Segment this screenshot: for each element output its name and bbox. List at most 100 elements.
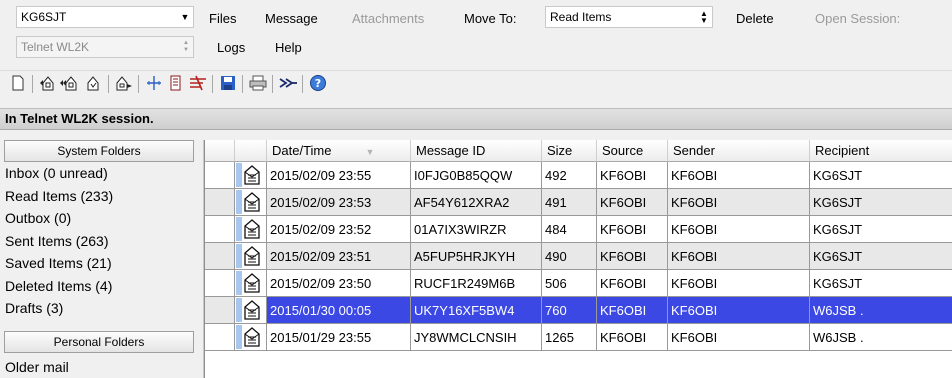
row-selector[interactable] <box>205 216 235 243</box>
menu-open-session[interactable]: Open Session: <box>815 10 900 28</box>
message-read-icon <box>235 297 267 324</box>
cell-size: 1265 <box>542 324 597 351</box>
cell-datetime: 2015/01/29 23:55 <box>267 324 411 351</box>
cell-source: KF6OBI <box>597 270 668 297</box>
move-to-select[interactable]: Read Items ▲ ▼ <box>545 6 713 28</box>
table-row[interactable]: 2015/02/09 23:50 RUCF1R249M6B 506 KF6OBI KF6… <box>205 270 952 297</box>
column-label: Date/Time <box>272 143 332 158</box>
help-icon[interactable]: ? <box>308 73 328 93</box>
header-select-cell <box>205 140 235 162</box>
row-selector[interactable] <box>205 189 235 216</box>
row-selector[interactable] <box>205 243 235 270</box>
cell-sender: KF6OBI <box>668 297 810 324</box>
updown-arrow-icon[interactable]: ▲ ▼ <box>696 10 712 25</box>
row-selector[interactable] <box>205 270 235 297</box>
folder-outbox[interactable]: Outbox (0) <box>5 210 71 226</box>
menu-logs[interactable]: Logs <box>217 39 245 57</box>
column-header-recipient[interactable]: Recipient <box>810 140 952 162</box>
chevron-down-icon[interactable]: ▼ <box>177 12 193 22</box>
print-icon[interactable] <box>248 73 268 93</box>
message-read-icon <box>235 324 267 351</box>
cell-sender: KF6OBI <box>668 270 810 297</box>
cell-size: 492 <box>542 162 597 189</box>
cell-datetime: 2015/02/09 23:55 <box>267 162 411 189</box>
system-folders-header[interactable]: System Folders <box>4 140 194 162</box>
cell-size: 760 <box>542 297 597 324</box>
cell-source: KF6OBI <box>597 162 668 189</box>
menu-files[interactable]: Files <box>209 10 236 28</box>
cell-recipient: W6JSB . <box>810 297 952 324</box>
message-read-icon <box>235 270 267 297</box>
cell-message-id: 01A7IX3WIRZR <box>411 216 542 243</box>
menu-delete[interactable]: Delete <box>736 10 774 28</box>
cell-source: KF6OBI <box>597 189 668 216</box>
cell-sender: KF6OBI <box>668 189 810 216</box>
connect-arrow-icon[interactable] <box>278 73 298 93</box>
table-row[interactable]: 2015/01/30 00:05 UK7Y16XF5BW4 760 KF6OBI KF6… <box>205 297 952 324</box>
message-list-icon[interactable] <box>166 73 186 93</box>
cell-source: KF6OBI <box>597 297 668 324</box>
cell-source: KF6OBI <box>597 216 668 243</box>
folder-inbox[interactable]: Inbox (0 unread) <box>5 165 108 181</box>
row-selector[interactable] <box>205 324 235 351</box>
reply-icon[interactable] <box>38 73 58 93</box>
antenna-icon[interactable] <box>188 73 208 93</box>
spin-arrows-icon: ▲ ▼ <box>183 40 189 53</box>
session-status: In Telnet WL2K session. <box>0 108 952 130</box>
move-to-value: Read Items <box>550 10 612 24</box>
message-read-icon <box>235 243 267 270</box>
column-header-sender[interactable]: Sender <box>668 140 810 162</box>
personal-folders-header[interactable]: Personal Folders <box>4 331 194 353</box>
menu-message[interactable]: Message <box>265 10 318 28</box>
header-icon-cell <box>235 140 267 162</box>
table-row[interactable]: 2015/02/09 23:53 AF54Y612XRA2 491 KF6OBI KF6… <box>205 189 952 216</box>
cell-sender: KF6OBI <box>668 243 810 270</box>
column-header-datetime[interactable]: Date/Time ▼ <box>267 140 411 162</box>
table-row[interactable]: 2015/02/09 23:52 01A7IX3WIRZR 484 KF6OBI KF6… <box>205 216 952 243</box>
folder-saved-items[interactable]: Saved Items (21) <box>5 255 112 271</box>
table-row[interactable]: 2015/02/09 23:55 I0FJG0B85QQW 492 KF6OBI KF6… <box>205 162 952 189</box>
cell-source: KF6OBI <box>597 324 668 351</box>
cell-datetime: 2015/02/09 23:53 <box>267 189 411 216</box>
move-to-label: Move To: <box>464 11 517 26</box>
cell-sender: KF6OBI <box>668 216 810 243</box>
cell-message-id: A5FUP5HRJKYH <box>411 243 542 270</box>
cell-recipient: KG6SJT <box>810 270 952 297</box>
cell-recipient: KG6SJT <box>810 162 952 189</box>
cell-message-id: UK7Y16XF5BW4 <box>411 297 542 324</box>
table-row[interactable]: 2015/01/29 23:55 JY8WMCLCNSIH 1265 KF6OBI KF… <box>205 324 952 351</box>
cell-recipient: KG6SJT <box>810 216 952 243</box>
cell-message-id: I0FJG0B85QQW <box>411 162 542 189</box>
folder-drafts[interactable]: Drafts (3) <box>5 300 63 316</box>
folder-read-items[interactable]: Read Items (233) <box>5 188 113 204</box>
forward-message-icon[interactable] <box>114 73 134 93</box>
session-type-select[interactable]: Telnet WL2K ▲ ▼ <box>16 36 194 58</box>
column-header-message-id[interactable]: Message ID <box>411 140 542 162</box>
folder-older-mail[interactable]: Older mail <box>5 359 69 375</box>
reply-all-icon[interactable] <box>60 73 80 93</box>
message-read-icon <box>235 189 267 216</box>
cell-message-id: AF54Y612XRA2 <box>411 189 542 216</box>
row-selector[interactable] <box>205 162 235 189</box>
column-header-source[interactable]: Source <box>597 140 668 162</box>
sort-down-icon: ▼ <box>365 147 375 157</box>
column-header-size[interactable]: Size <box>542 140 597 162</box>
new-message-icon[interactable] <box>8 73 28 93</box>
menu-help[interactable]: Help <box>275 39 302 57</box>
save-icon[interactable] <box>218 73 238 93</box>
move-cross-icon[interactable] <box>144 73 164 93</box>
message-read-icon <box>235 162 267 189</box>
message-read-icon <box>235 216 267 243</box>
table-row[interactable]: 2015/02/09 23:51 A5FUP5HRJKYH 490 KF6OBI KF6… <box>205 243 952 270</box>
folder-deleted-items[interactable]: Deleted Items (4) <box>5 278 112 294</box>
cell-source: KF6OBI <box>597 243 668 270</box>
menu-attachments[interactable]: Attachments <box>352 10 424 28</box>
row-selector[interactable] <box>205 297 235 324</box>
forward-icon[interactable] <box>84 73 104 93</box>
cell-recipient: W6JSB . <box>810 324 952 351</box>
folder-sent-items[interactable]: Sent Items (263) <box>5 233 109 249</box>
cell-recipient: KG6SJT <box>810 189 952 216</box>
callsign-select[interactable]: KG6SJT ▼ <box>16 6 194 28</box>
cell-size: 490 <box>542 243 597 270</box>
cell-size: 506 <box>542 270 597 297</box>
